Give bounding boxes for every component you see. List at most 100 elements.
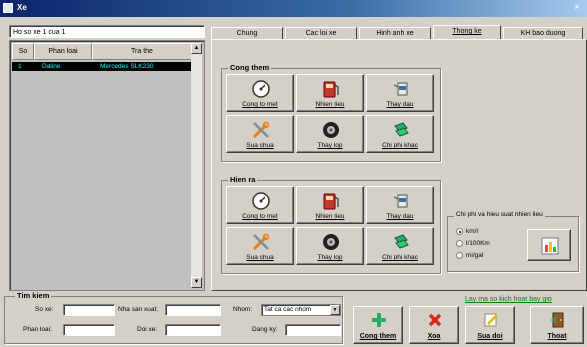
add-repair-label: Sua chua [246,142,274,149]
income-group: Cong them Cong to met Nhien lieu Thay da… [221,63,441,162]
table-row[interactable]: 1 Daline Mercedes SLK230 [12,62,198,71]
horizontal-divider [9,285,587,294]
tab-maintenance-plan[interactable]: KH bao duong [503,27,583,39]
fuel-efficiency-group: Chi phi va hieu suat nhien lieu km/l l/1… [447,211,579,272]
model-label: Doi xe: [137,326,158,333]
speedometer-icon [252,80,270,98]
add-fuel-button[interactable]: Nhien lieu [296,74,364,112]
radio-mpg[interactable] [456,252,463,259]
delete-icon [428,313,442,327]
expense-group: Hien ra Cong to met Nhien lieu Thay dau … [221,175,441,274]
tire-icon [323,234,339,250]
chevron-down-icon[interactable]: ▼ [330,305,340,315]
close-icon[interactable]: × [571,2,583,14]
oil-can-icon [393,194,408,208]
tools-icon [252,233,270,251]
oil-can-icon [393,82,408,96]
statistics-panel: Cong them Cong to met Nhien lieu Thay da… [211,39,587,291]
show-fuel-button[interactable]: Nhien lieu [296,186,364,224]
show-odometer-label: Cong to met [242,213,278,220]
edit-icon [484,313,498,327]
activation-link[interactable]: Lay ma so kich hoat bay gio [465,296,552,303]
delete-button-label: Xoa [427,333,441,340]
manufacturer-search-input[interactable] [165,304,221,316]
show-oil-change-button[interactable]: Thay dau [366,186,434,224]
show-other-costs-label: Chi phi khac [382,254,418,261]
delete-button[interactable]: Xoa [409,306,459,344]
income-legend: Cong them [228,63,272,72]
model-search-input[interactable] [165,324,221,336]
app-icon [3,3,13,13]
plate-label: So xe: [35,306,54,313]
add-oil-change-label: Thay dau [386,101,414,108]
tab-statistics[interactable]: Thong ke [433,25,501,39]
add-fuel-label: Nhien lieu [315,101,345,108]
show-tire-change-label: Thay lop [317,254,343,261]
speedometer-icon [252,192,270,210]
exit-button[interactable]: Thoat [530,306,584,344]
fuel-icon [323,193,339,210]
unit-option-l100km[interactable]: l/100Km [456,240,490,247]
show-repair-label: Sua chua [246,254,274,261]
vehicle-grid[interactable]: So Phan loai Tra the 1 Daline Mercedes S… [9,40,205,291]
expense-legend: Hien ra [228,175,258,184]
add-other-costs-label: Chi phi khac [382,142,418,149]
type-label: Phan loai: [23,326,52,333]
add-repair-button[interactable]: Sua chua [226,115,294,153]
add-other-costs-button[interactable]: Chi phi khac [366,115,434,153]
add-odometer-button[interactable]: Cong to met [226,74,294,112]
group-label: Nhom: [233,306,253,313]
search-group: Tim kiem So xe: Nha san xuat: Nhom: Tat … [4,291,343,344]
manufacturer-label: Nha san xuat: [118,306,159,313]
show-odometer-button[interactable]: Cong to met [226,186,294,224]
plus-icon [372,313,386,327]
exit-button-label: Thoat [547,333,567,340]
exit-door-icon [550,312,564,328]
vehicle-window: Xe × Ho so xe 1 cua 1 So Phan loai Tra t… [0,0,587,347]
row-no: 1 [18,63,22,70]
unit-option-kml[interactable]: km/l [456,228,478,235]
grid-vertical-scrollbar[interactable]: ▲ ▼ [191,43,202,288]
column-header-type[interactable]: Phan loai [34,43,92,60]
fuel-efficiency-legend: Chi phi va hieu suat nhien lieu [454,211,545,218]
registration-search-input[interactable] [285,324,341,336]
plate-search-input[interactable] [63,304,115,316]
add-oil-change-button[interactable]: Thay dau [366,74,434,112]
bar-chart-icon [541,237,559,255]
tab-general[interactable]: Chung [211,27,283,39]
add-odometer-label: Cong to met [242,101,278,108]
scroll-up-icon[interactable]: ▲ [191,43,202,54]
edit-button[interactable]: Sua doi [465,306,515,344]
tab-vehicle-errors[interactable]: Cac loi xe [285,27,357,39]
group-select[interactable]: Tat ca cac nhom ▼ [261,304,341,316]
row-plate: Mercedes SLK230 [100,63,154,70]
type-search-input[interactable] [63,324,115,336]
search-legend: Tim kiem [15,291,52,300]
window-title: Xe [17,3,27,12]
radio-kml[interactable] [456,228,463,235]
show-other-costs-button[interactable]: Chi phi khac [366,227,434,265]
tools-icon [252,121,270,139]
record-title: Ho so xe 1 cua 1 [9,25,205,38]
money-icon [394,122,409,137]
registration-label: Dang ky: [252,326,278,333]
unit-l100km-label: l/100Km [466,240,490,248]
unit-option-mpg[interactable]: mi/gal [456,252,483,259]
add-tire-change-label: Thay lop [317,142,343,149]
efficiency-chart-button[interactable] [527,229,571,261]
show-tire-change-button[interactable]: Thay lop [296,227,364,265]
radio-l100km[interactable] [456,240,463,247]
unit-kml-label: km/l [466,228,478,236]
title-bar[interactable]: Xe × [0,0,587,17]
add-button[interactable]: Cong them [353,306,403,344]
column-header-plate[interactable]: Tra the [92,43,192,60]
show-repair-button[interactable]: Sua chua [226,227,294,265]
show-fuel-label: Nhien lieu [315,213,345,220]
add-tire-change-button[interactable]: Thay lop [296,115,364,153]
tire-icon [323,122,339,138]
tab-strip: Chung Cac loi xe Hinh anh xe Thong ke KH… [211,25,587,39]
add-button-label: Cong them [359,333,397,340]
tab-vehicle-images[interactable]: Hinh anh xe [359,27,431,39]
column-header-no[interactable]: So [12,43,34,60]
unit-mpg-label: mi/gal [466,252,484,260]
